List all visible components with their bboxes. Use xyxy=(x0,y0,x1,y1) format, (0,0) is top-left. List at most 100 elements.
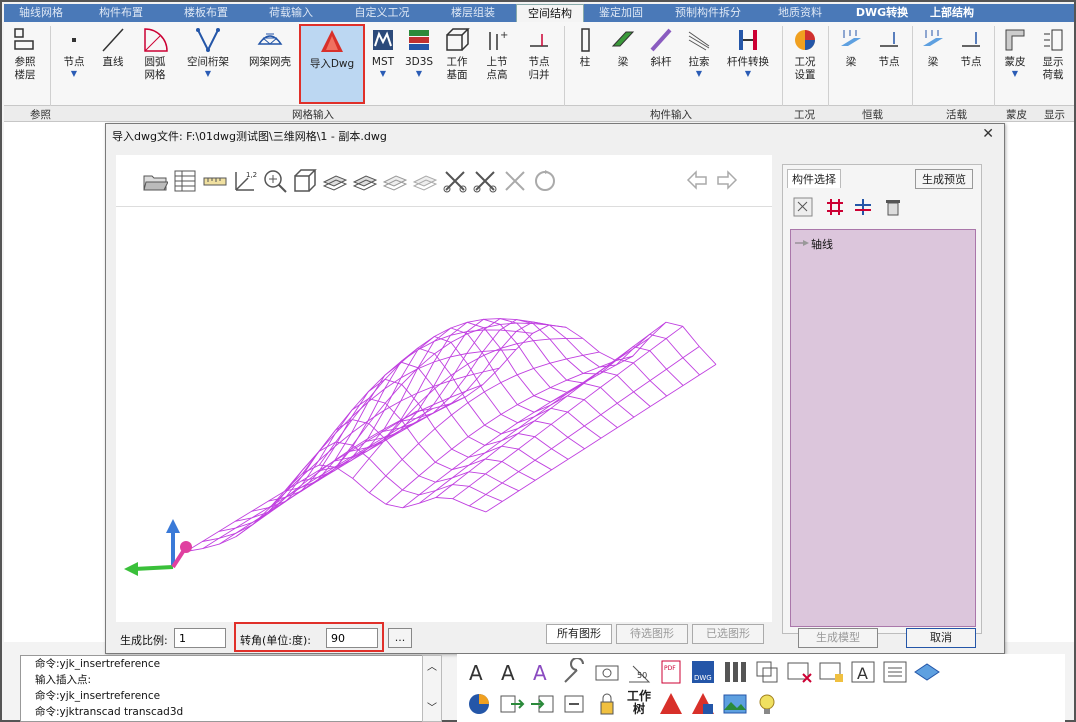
dead-load-beam-button[interactable]: 梁 xyxy=(834,24,868,104)
angle-icon[interactable]: 50 xyxy=(625,658,653,686)
tab-11[interactable]: 上部结构 xyxy=(922,4,982,22)
brace-button[interactable]: 斜杆 xyxy=(644,24,678,104)
export-icon[interactable] xyxy=(497,690,525,718)
command-scrollbar[interactable]: ︿ ﹀ xyxy=(422,655,442,722)
chevron-down-icon[interactable]: ▼ xyxy=(56,69,92,79)
layer-table-icon[interactable] xyxy=(172,168,198,194)
show-load-button[interactable]: 显示 荷载 xyxy=(1036,24,1070,104)
tab-4[interactable]: 自定义工况 xyxy=(334,4,430,22)
window-icon[interactable] xyxy=(817,658,845,686)
column-button[interactable]: 柱 xyxy=(570,24,600,104)
tab-3[interactable]: 荷载输入 xyxy=(248,4,334,22)
chevron-down-icon[interactable]: ﹀ xyxy=(423,699,441,714)
3d3s-button[interactable]: 3D3S ▼ xyxy=(402,24,436,104)
chevron-down-icon[interactable]: ▼ xyxy=(368,69,398,79)
close-icon[interactable]: ✕ xyxy=(982,126,994,142)
mst-button[interactable]: MST ▼ xyxy=(368,24,398,104)
tab-0[interactable]: 轴线网格 xyxy=(4,4,78,22)
node-elevation-button[interactable]: + 上节 点高 xyxy=(480,24,514,104)
cancel-button[interactable]: 取消 xyxy=(906,628,976,648)
import-icon[interactable] xyxy=(529,690,557,718)
live-load-beam-button[interactable]: 梁 xyxy=(916,24,950,104)
text-style-icon[interactable]: A xyxy=(529,658,557,686)
delete-icon[interactable] xyxy=(883,197,903,217)
tab-pending-shapes[interactable]: 待选图形 xyxy=(616,624,688,644)
tab-7[interactable]: 鉴定加固 xyxy=(584,4,658,22)
angle-input[interactable] xyxy=(326,628,378,648)
transfer-icon[interactable] xyxy=(561,690,589,718)
chevron-down-icon[interactable]: ▼ xyxy=(998,69,1032,79)
dwg-preview-canvas[interactable] xyxy=(116,207,772,622)
layer-edit-icon[interactable] xyxy=(382,168,408,194)
chevron-down-icon[interactable]: ▼ xyxy=(720,69,776,79)
cut-all-icon[interactable] xyxy=(472,168,498,194)
copy-icon[interactable] xyxy=(753,658,781,686)
cut-select-icon[interactable] xyxy=(442,168,468,194)
wrench-icon[interactable] xyxy=(561,658,589,686)
text-box-icon[interactable]: A xyxy=(849,658,877,686)
tab-selected-shapes[interactable]: 已选图形 xyxy=(692,624,764,644)
chevron-down-icon[interactable]: ▼ xyxy=(682,69,716,79)
text-icon[interactable]: A xyxy=(465,658,493,686)
lock-icon[interactable] xyxy=(593,690,621,718)
chevron-down-icon[interactable]: ▼ xyxy=(402,69,436,79)
redo-icon[interactable] xyxy=(714,168,740,194)
beam-button[interactable]: 梁 xyxy=(606,24,640,104)
grid-select-icon[interactable] xyxy=(825,197,845,217)
tab-6[interactable]: 空间结构 xyxy=(516,4,584,22)
case-setting-button[interactable]: 工况 设置 xyxy=(788,24,822,104)
layer-remove-icon[interactable] xyxy=(412,168,438,194)
layer-add-icon[interactable] xyxy=(352,168,378,194)
dwg-red-icon[interactable] xyxy=(657,690,685,718)
tab-1[interactable]: 构件布置 xyxy=(78,4,164,22)
pick-icon[interactable] xyxy=(793,197,813,217)
skin-button[interactable]: 蒙皮 ▼ xyxy=(998,24,1032,104)
line-button[interactable]: 直线 xyxy=(96,24,130,104)
work-plane-button[interactable]: 工作 基面 xyxy=(440,24,474,104)
tree-item-axis[interactable]: 轴线 xyxy=(811,236,833,252)
undo-icon[interactable] xyxy=(684,168,710,194)
work-tree-button[interactable]: 工作 树 xyxy=(625,690,653,718)
chart-icon[interactable] xyxy=(465,690,493,718)
axes-icon[interactable]: 1,2 xyxy=(232,168,258,194)
scale-input[interactable] xyxy=(174,628,226,648)
import-dwg-button[interactable]: 导入Dwg xyxy=(299,24,365,104)
columns-icon[interactable] xyxy=(721,658,749,686)
browse-button[interactable]: ... xyxy=(388,628,412,648)
zoom-icon[interactable] xyxy=(262,168,288,194)
tab-2[interactable]: 楼板布置 xyxy=(164,4,248,22)
tab-10[interactable]: DWG转换 xyxy=(842,4,922,22)
3d-view-icon[interactable] xyxy=(292,168,318,194)
ref-floor-button[interactable]: 参照 楼层 xyxy=(8,24,42,104)
chevron-down-icon[interactable]: ▼ xyxy=(180,69,236,79)
model-icon[interactable] xyxy=(913,658,941,686)
measure-icon[interactable] xyxy=(202,168,228,194)
command-history[interactable]: 命令:yjk_insertreference 输入插入点: 命令:yjk_ins… xyxy=(20,655,440,722)
node-button[interactable]: 节点 ▼ xyxy=(56,24,92,104)
picture-icon[interactable] xyxy=(721,690,749,718)
live-load-node-button[interactable]: 节点 xyxy=(954,24,988,104)
light-icon[interactable] xyxy=(753,690,781,718)
list-icon[interactable] xyxy=(881,658,909,686)
dwg-blue-icon[interactable] xyxy=(689,690,717,718)
grid-add-icon[interactable] xyxy=(853,197,873,217)
tab-9[interactable]: 地质资料 xyxy=(758,4,842,22)
cut-clear-icon[interactable] xyxy=(502,168,528,194)
member-convert-button[interactable]: 杆件转换 ▼ xyxy=(720,24,776,104)
refresh-icon[interactable] xyxy=(532,168,558,194)
dead-load-node-button[interactable]: 节点 xyxy=(872,24,906,104)
camera-icon[interactable] xyxy=(593,658,621,686)
cable-button[interactable]: 拉索 ▼ xyxy=(682,24,716,104)
space-truss-button[interactable]: 空间桁架 ▼ xyxy=(180,24,236,104)
open-folder-icon[interactable] xyxy=(142,168,168,194)
generate-preview-button[interactable]: 生成预览 xyxy=(915,169,973,189)
tab-5[interactable]: 楼层组装 xyxy=(430,4,516,22)
chevron-up-icon[interactable]: ︿ xyxy=(423,658,441,673)
select-layer-icon[interactable] xyxy=(322,168,348,194)
pdf-icon[interactable]: PDF xyxy=(657,658,685,686)
tab-8[interactable]: 预制构件拆分 xyxy=(658,4,758,22)
tab-member-selection[interactable]: 构件选择 xyxy=(787,169,841,188)
text-edit-icon[interactable]: A xyxy=(497,658,525,686)
dwg-icon[interactable]: DWG xyxy=(689,658,717,686)
tab-all-shapes[interactable]: 所有图形 xyxy=(546,624,612,644)
